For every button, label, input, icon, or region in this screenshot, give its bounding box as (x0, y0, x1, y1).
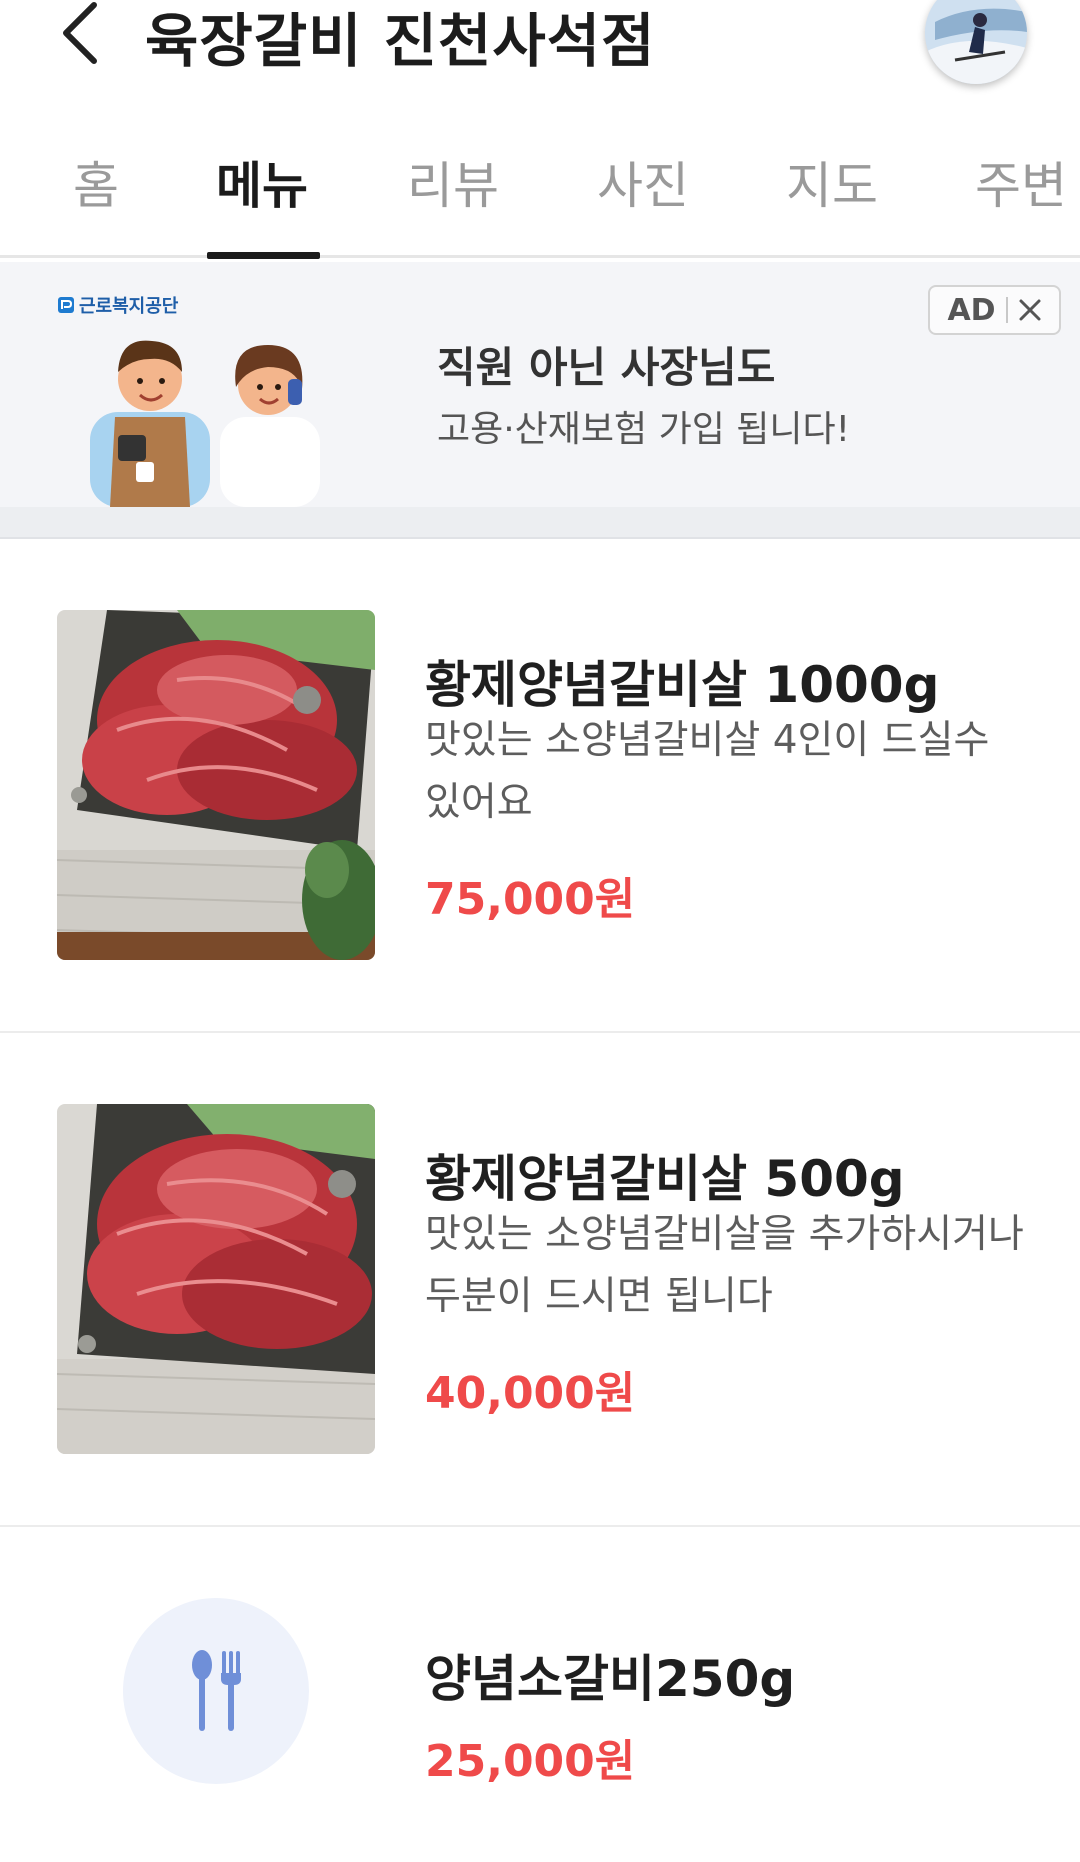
menu-item[interactable]: 황제양념갈비살 500g 맛있는 소양념갈비살을 추가하시거나 두분이 드시면 … (0, 1033, 1080, 1527)
ad-title: 직원 아닌 사장님도 (437, 343, 776, 392)
marinated-beef-photo (57, 1104, 375, 1454)
back-button[interactable] (50, 0, 110, 66)
avatar-photo (925, 0, 1027, 84)
menu-item-price: 40,000원 (425, 1368, 636, 1419)
tab-reviews[interactable]: 리뷰 (407, 146, 499, 226)
menu-item[interactable]: 양념소갈비250g 25,000원 (0, 1527, 1080, 1862)
menu-item-description: 맛있는 소양념갈비살 4인이 드실수 있어요 (425, 718, 990, 825)
menu-item-price: 25,000원 (425, 1736, 636, 1787)
marinated-beef-photo (57, 610, 375, 960)
menu-item-image (57, 610, 375, 960)
close-icon (1019, 299, 1041, 321)
app-header: 육장갈비 진천사석점 (0, 0, 1080, 110)
section-divider (0, 507, 1080, 539)
utensils-icon (192, 1650, 241, 1731)
ad-subtitle: 고용·산재보험 가입 됩니다! (437, 409, 851, 450)
ad-close-button[interactable]: AD (928, 285, 1061, 335)
tab-bar: 홈 메뉴 리뷰 사진 지도 주변 (0, 128, 1080, 259)
menu-item-name: 황제양념갈비살 1000g (425, 656, 940, 714)
menu-item-name: 황제양념갈비살 500g (425, 1150, 905, 1208)
brand-logo-icon (58, 297, 74, 313)
ad-chip-divider (1005, 297, 1008, 323)
tab-home[interactable]: 홈 (73, 146, 119, 226)
avatar[interactable] (925, 0, 1027, 84)
ad-brand-name: 근로복지공단 (79, 296, 179, 317)
menu-item-description: 맛있는 소양념갈비살을 추가하시거나 두분이 드시면 됩니다 (425, 1212, 1024, 1319)
page-title: 육장갈비 진천사석점 (145, 7, 656, 75)
tab-map[interactable]: 지도 (786, 146, 878, 226)
ad-brand: 근로복지공단 (57, 292, 178, 318)
ad-badge: AD (947, 292, 996, 328)
menu-item-price: 75,000원 (425, 874, 636, 925)
menu-item-image (57, 1104, 375, 1454)
menu-item-image-placeholder (123, 1598, 309, 1784)
back-arrow-icon (63, 2, 97, 64)
menu-item-name: 양념소갈비250g (425, 1650, 796, 1708)
tab-photos[interactable]: 사진 (597, 146, 689, 226)
tab-nearby[interactable]: 주변 (975, 146, 1067, 226)
tab-menu[interactable]: 메뉴 (216, 146, 308, 226)
ad-banner[interactable]: 근로복지공단 직원 아닌 사장님도 고용·산재보험 가입 됩니다! AD (0, 262, 1080, 507)
active-tab-indicator (207, 252, 320, 259)
menu-item[interactable]: 황제양념갈비살 1000g 맛있는 소양념갈비살 4인이 드실수 있어요 75,… (0, 539, 1080, 1033)
ad-illustration (90, 340, 320, 507)
